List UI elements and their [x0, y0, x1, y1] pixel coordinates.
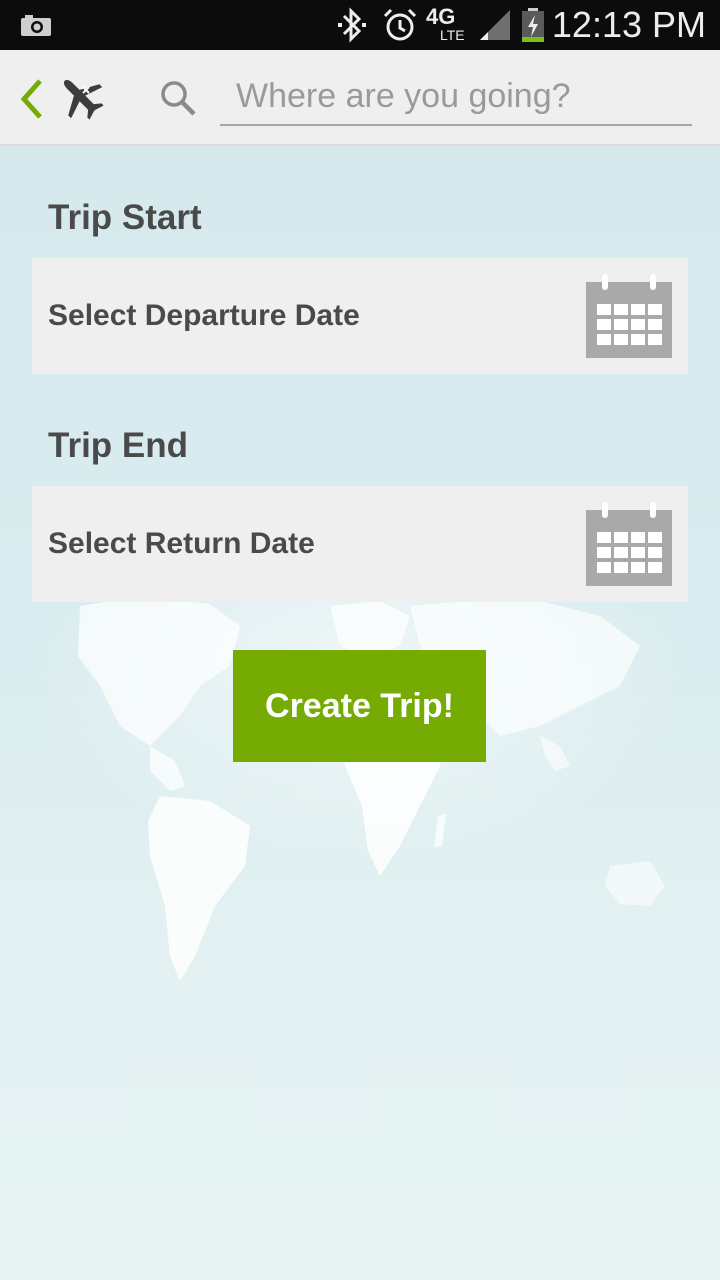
departure-date-field[interactable]: Select Departure Date [32, 258, 688, 374]
search-field[interactable] [220, 72, 696, 126]
camera-icon [20, 0, 52, 50]
battery-charging-icon [520, 0, 546, 50]
search-input[interactable] [220, 72, 696, 120]
status-time: 12:13 PM [551, 4, 706, 45]
trip-end-label: Trip End [48, 426, 188, 465]
signal-icon [478, 0, 512, 50]
return-date-placeholder: Select Return Date [48, 527, 315, 560]
return-date-field[interactable]: Select Return Date [32, 486, 688, 602]
network-label: 4G [426, 4, 456, 29]
network-sublabel: LTE [440, 27, 465, 43]
trip-start-label: Trip Start [48, 198, 202, 237]
create-trip-button[interactable]: Create Trip! [233, 650, 486, 762]
search-icon[interactable] [158, 78, 198, 122]
content-area: Trip Start Select Departure Date Trip En… [0, 146, 720, 1280]
calendar-icon[interactable] [586, 274, 672, 362]
action-bar [0, 50, 720, 146]
calendar-icon[interactable] [586, 502, 672, 590]
airplane-icon[interactable] [56, 72, 106, 126]
departure-date-placeholder: Select Departure Date [48, 299, 360, 332]
chevron-left-icon[interactable] [18, 78, 44, 124]
network-4g-lte-icon: 4G LTE [426, 0, 465, 50]
alarm-icon [382, 0, 418, 50]
bluetooth-icon [336, 0, 368, 50]
status-bar: 4G LTE 12:13 PM [0, 0, 720, 50]
